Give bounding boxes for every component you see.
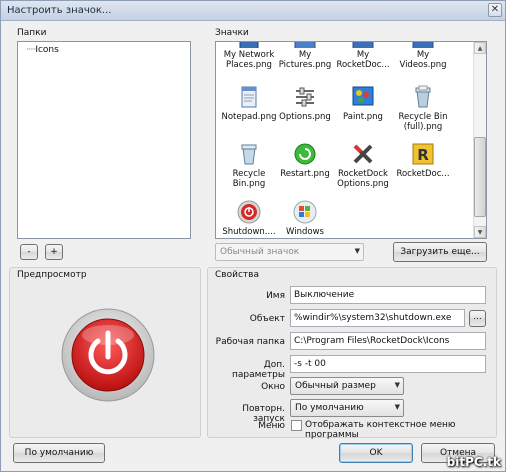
workdir-label: Рабочая папка <box>215 337 285 347</box>
watermark: bitPC.tk <box>446 455 501 469</box>
folders-tree[interactable]: ·····Icons <box>17 41 191 239</box>
paint-icon <box>350 84 376 110</box>
icon-item-label: My RocketDoc... <box>336 50 390 70</box>
icon-item-label: Recycle Bin (full).png <box>398 112 448 132</box>
window-mode-select[interactable]: Обычный размер ▼ <box>290 377 404 395</box>
window-mode-label: Окно <box>261 382 285 392</box>
icon-item-notepad[interactable]: Notepad.png <box>218 84 280 122</box>
options-icon <box>292 84 318 110</box>
icon-item-label: Shutdown.... <box>222 227 276 237</box>
ok-button[interactable]: OK <box>339 443 413 463</box>
icon-type-select[interactable]: Обычный значок ▼ <box>215 243 364 261</box>
rocketdock-options-icon <box>350 141 376 167</box>
params-field[interactable]: -s -t 00 <box>290 355 486 373</box>
params-label: Доп. параметры <box>231 360 285 380</box>
context-menu-checkbox[interactable] <box>291 420 302 431</box>
scroll-up-arrow[interactable]: ▲ <box>474 42 486 54</box>
workdir-field[interactable]: C:\Program Files\RocketDock\Icons <box>290 332 486 350</box>
relaunch-select[interactable]: По умолчанию ▼ <box>290 399 404 417</box>
close-button[interactable]: ✕ <box>488 3 502 17</box>
add-folder-button[interactable]: + <box>45 244 63 260</box>
notepad-icon <box>236 84 262 110</box>
name-field[interactable]: Выключение <box>290 286 486 304</box>
icon-type-value: Обычный значок <box>220 247 300 257</box>
icon-item-my-rocketdock[interactable]: My RocketDoc... <box>332 42 394 70</box>
icon-item-label: Notepad.png <box>221 112 277 122</box>
target-field[interactable]: %windir%\system32\shutdown.exe <box>290 309 465 327</box>
icon-item-my-videos[interactable]: My Videos.png <box>392 42 454 70</box>
shutdown-icon <box>236 199 262 225</box>
relaunch-value: По умолчанию <box>295 403 364 413</box>
name-label: Имя <box>266 291 285 301</box>
icon-item-label: My Videos.png <box>399 50 447 70</box>
icons-scrollbar[interactable]: ▲ ▼ <box>473 42 486 238</box>
icon-item-recycle-bin[interactable]: Recycle Bin.png <box>218 141 280 189</box>
rocketdock-logo-icon: R <box>410 141 436 167</box>
icon-item-restart[interactable]: Restart.png <box>274 141 336 179</box>
icon-item-label: Restart.png <box>280 169 330 179</box>
target-label: Объект <box>249 314 285 324</box>
icon-item-recycle-bin-full[interactable]: Recycle Bin (full).png <box>392 84 454 132</box>
chevron-down-icon: ▼ <box>394 381 400 389</box>
icon-item-my-pictures[interactable]: My Pictures.png <box>274 42 336 70</box>
icon-item-windows[interactable]: Windows <box>274 199 336 237</box>
window-mode-value: Обычный размер <box>295 381 376 391</box>
preview-label: Предпросмотр <box>17 270 87 280</box>
shutdown-icon <box>61 308 155 402</box>
icons-label: Значки <box>215 28 249 38</box>
icon-item-label: Paint.png <box>343 112 383 122</box>
icons-list[interactable]: My Network Places.png My Pictures.png My… <box>215 41 487 239</box>
icon-item-label: Windows <box>286 227 324 237</box>
tree-item-label: Icons <box>35 45 59 55</box>
title-bar: Настроить значок... ✕ <box>1 1 505 21</box>
chevron-down-icon: ▼ <box>394 403 400 411</box>
recycle-bin-icon <box>236 141 262 167</box>
icon-item-rocketdock-logo[interactable]: R RocketDoc... <box>392 141 454 179</box>
icon-item-label: My Pictures.png <box>278 50 332 70</box>
icon-item-label: Options.png <box>279 112 331 122</box>
windows-logo-icon <box>292 199 318 225</box>
icon-item-label: Recycle Bin.png <box>232 169 266 189</box>
recycle-bin-full-icon <box>410 84 436 110</box>
tree-connector: ····· <box>26 45 36 55</box>
icon-item-label: RocketDock Options.png <box>337 169 389 189</box>
context-menu-checkbox-label[interactable]: Отображать контекстное меню программы <box>305 420 505 440</box>
pictures-folder-icon <box>292 42 318 48</box>
scroll-down-arrow[interactable]: ▼ <box>474 226 486 238</box>
icon-item-label: My Network Places.png <box>223 50 275 70</box>
icon-item-network-places[interactable]: My Network Places.png <box>218 42 280 70</box>
videos-folder-icon <box>410 42 436 48</box>
remove-folder-button[interactable]: - <box>20 244 38 260</box>
customize-icon-dialog: Настроить значок... ✕ Папки ·····Icons -… <box>0 0 506 472</box>
icon-item-shutdown[interactable]: Shutdown.... <box>218 199 280 237</box>
properties-label: Свойства <box>215 270 259 280</box>
icon-item-label: RocketDoc... <box>396 169 450 179</box>
chevron-down-icon: ▼ <box>354 247 360 255</box>
default-button[interactable]: По умолчанию <box>13 443 105 463</box>
preview-image <box>60 307 156 403</box>
icon-item-options[interactable]: Options.png <box>274 84 336 122</box>
icon-item-paint[interactable]: Paint.png <box>332 84 394 122</box>
network-places-icon <box>236 42 262 48</box>
restart-icon <box>292 141 318 167</box>
icon-item-rocketdock-options[interactable]: RocketDock Options.png <box>332 141 394 189</box>
tree-item-icons[interactable]: ·····Icons <box>26 45 59 55</box>
svg-text:R: R <box>417 146 429 164</box>
menu-label: Меню <box>258 421 285 431</box>
folders-label: Папки <box>17 28 47 38</box>
rocketdock-folder-icon <box>350 42 376 48</box>
scroll-thumb[interactable] <box>474 137 486 217</box>
window-title: Настроить значок... <box>7 5 112 16</box>
browse-button[interactable]: ... <box>469 310 486 327</box>
load-more-button[interactable]: Загрузить еще... <box>393 242 487 262</box>
